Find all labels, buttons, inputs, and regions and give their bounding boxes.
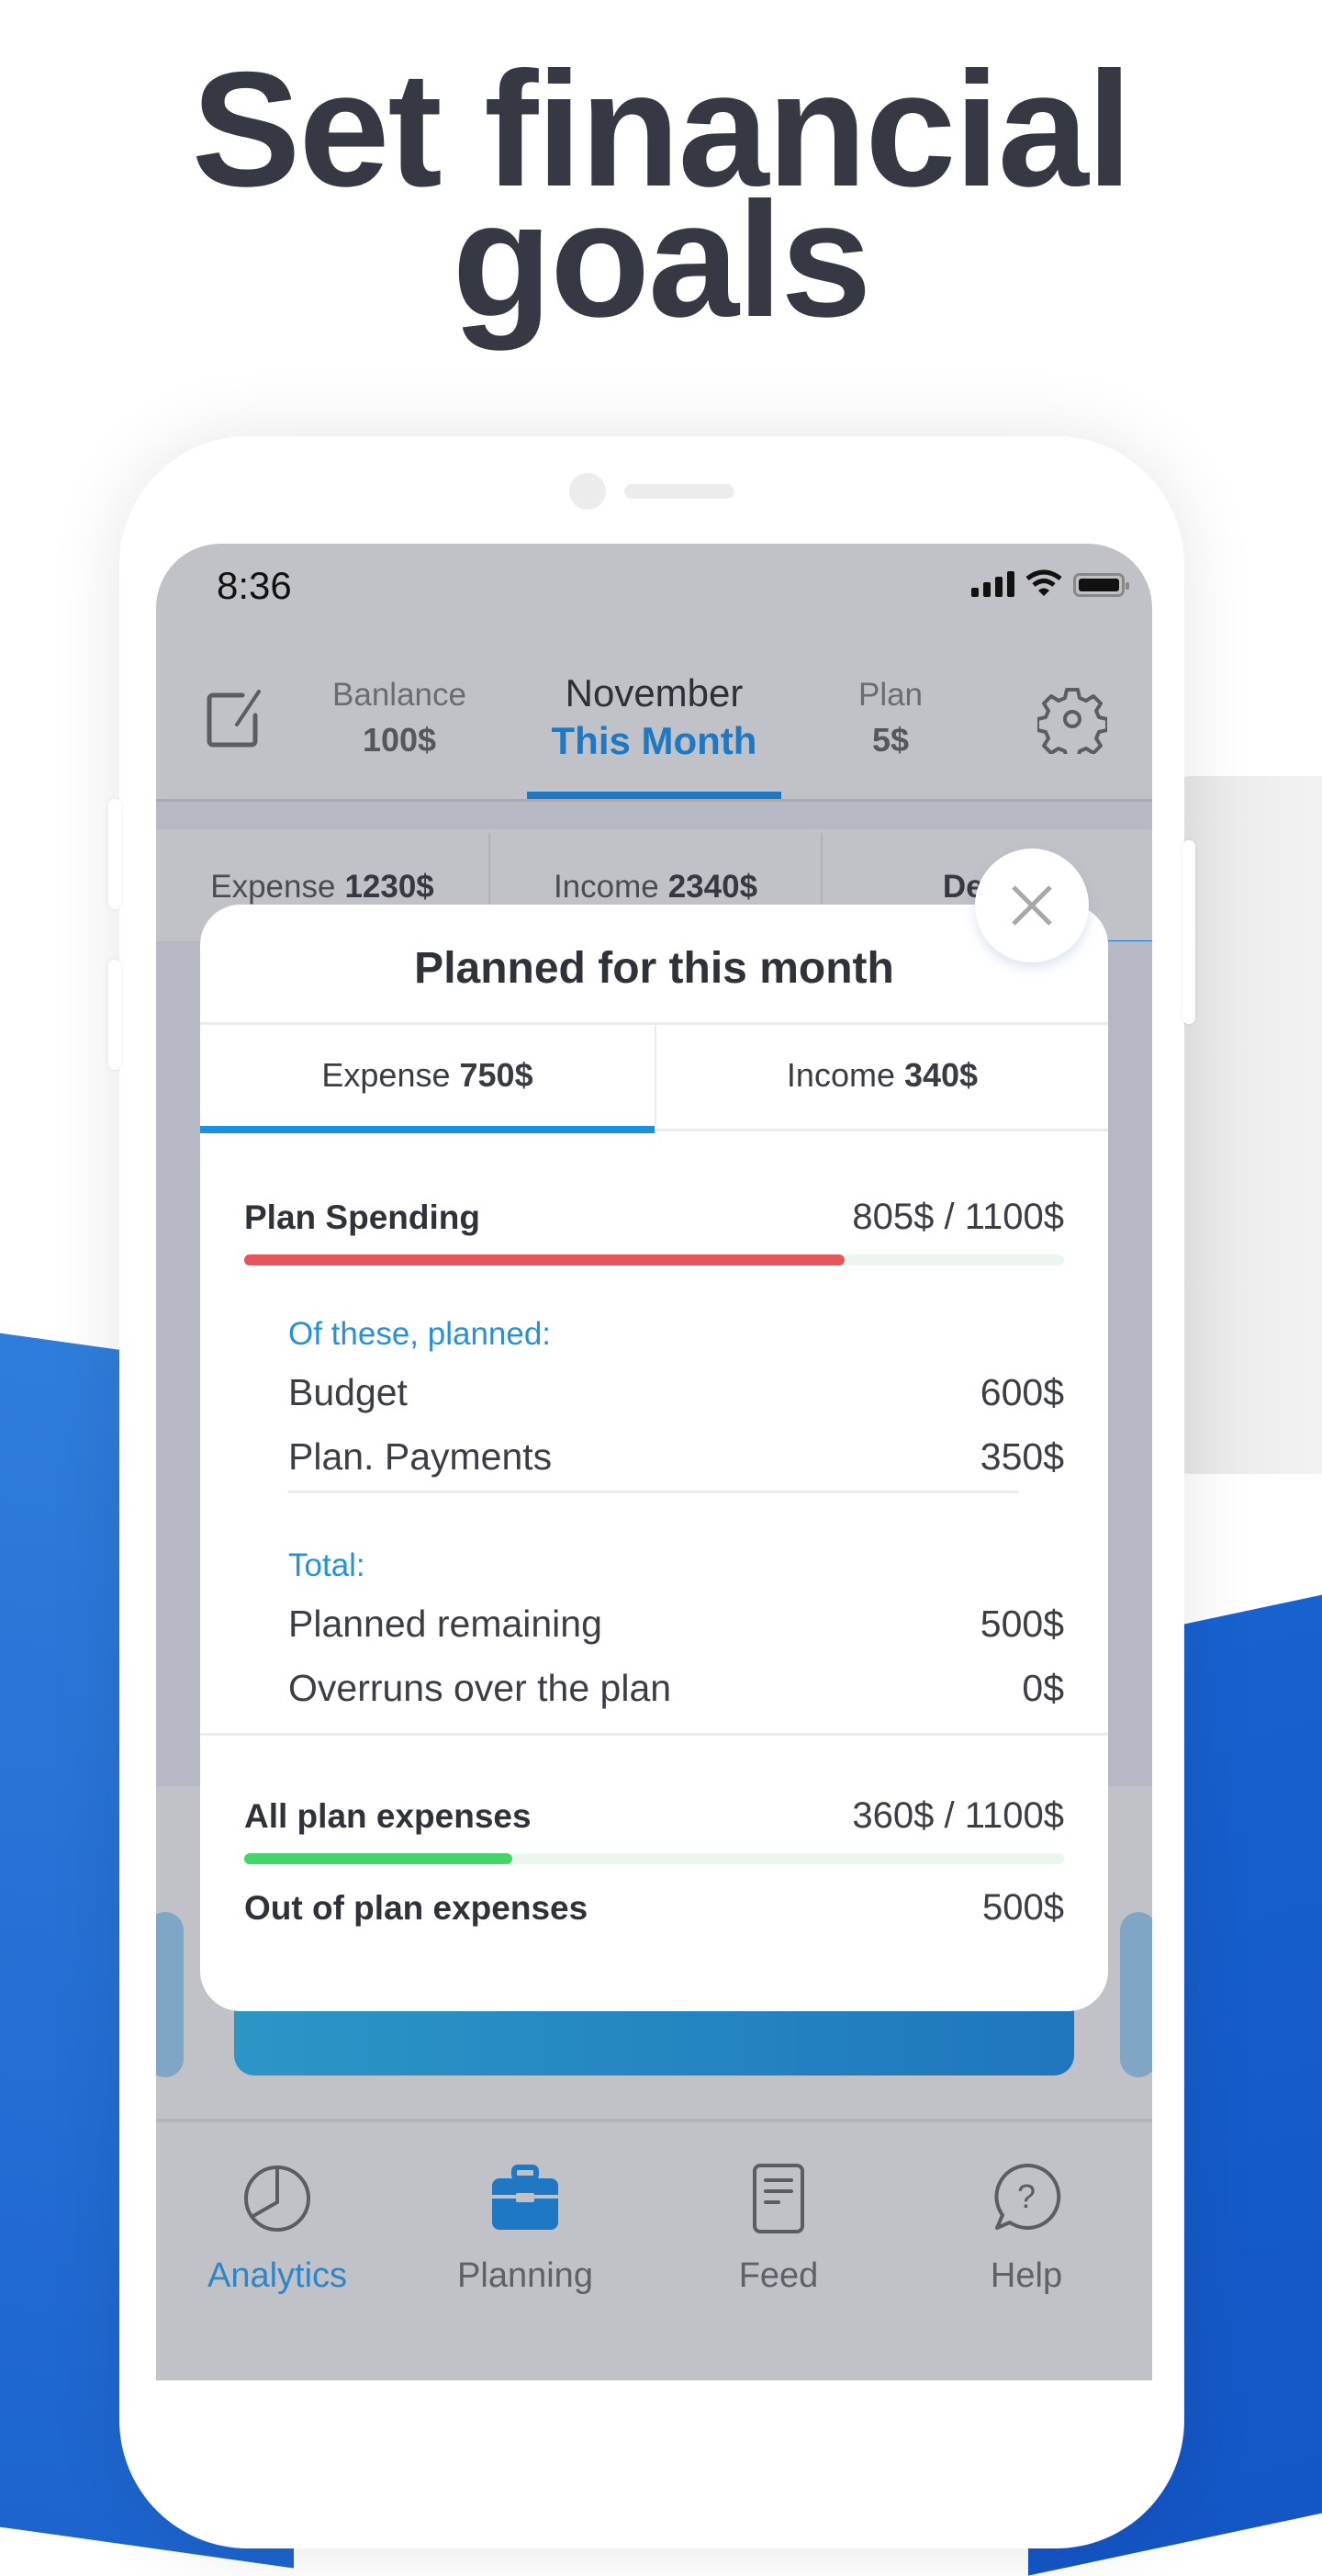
nav-analytics-label: Analytics xyxy=(207,2256,348,2295)
plan-display[interactable]: Plan 5$ xyxy=(817,677,964,759)
all-plan-expenses-progress-fill xyxy=(244,1853,513,1864)
close-button[interactable] xyxy=(975,849,1089,962)
signal-icon xyxy=(971,571,1014,597)
tab-expense-label: Expense xyxy=(210,869,336,905)
planned-item-label: Budget xyxy=(288,1371,408,1413)
headline: Set financial goals xyxy=(0,48,1322,342)
modal-tab-line xyxy=(655,1129,1108,1131)
plan-spending-row: Plan Spending 805$ / 1100$ xyxy=(244,1197,1064,1238)
month-selector[interactable]: November This Month xyxy=(527,671,781,763)
total-item: Planned remaining 500$ xyxy=(288,1603,1064,1646)
out-of-plan-row: Out of plan expenses 500$ xyxy=(244,1887,1064,1929)
planned-item-label: Plan. Payments xyxy=(288,1435,553,1478)
modal-tab-expense[interactable]: Expense 750$ xyxy=(200,1025,655,1126)
all-plan-expenses-progress xyxy=(244,1853,1064,1864)
nav-help-label: Help xyxy=(990,2256,1063,2295)
svg-text:?: ? xyxy=(1017,2177,1036,2215)
tabbar-divider xyxy=(156,2119,1152,2122)
all-plan-expenses-label: All plan expenses xyxy=(244,1797,532,1835)
help-bubble-icon: ? xyxy=(994,2163,1061,2230)
phone-side-button xyxy=(108,960,121,1070)
plan-spending-progress xyxy=(244,1254,1064,1266)
total-item-value: 500$ xyxy=(980,1603,1064,1645)
planned-section-label: Of these, planned: xyxy=(288,1316,552,1352)
tab-income-value: 2340$ xyxy=(667,869,758,905)
nav-feed[interactable]: Feed xyxy=(687,2160,870,2296)
gear-icon[interactable] xyxy=(1037,684,1107,754)
tab-income-label: Income xyxy=(553,869,659,905)
nav-planning[interactable]: Planning xyxy=(433,2160,617,2296)
plan-spending-value: 805$ / 1100$ xyxy=(852,1197,1064,1237)
plan-spending-progress-fill xyxy=(244,1254,845,1266)
status-time: 8:36 xyxy=(217,564,292,607)
status-icons xyxy=(971,569,1129,597)
pie-chart-icon xyxy=(244,2165,310,2232)
modal-divider xyxy=(200,1733,1108,1736)
modal-tab-expense-label: Expense xyxy=(321,1056,451,1094)
nav-planning-label: Planning xyxy=(457,2256,593,2295)
total-item-label: Overruns over the plan xyxy=(288,1667,672,1709)
plan-label: Plan xyxy=(857,677,924,713)
front-camera xyxy=(569,473,606,510)
card-peek-left xyxy=(156,1912,184,2077)
modal-title: Planned for this month xyxy=(414,944,894,993)
total-section-label: Total: xyxy=(288,1547,365,1583)
briefcase-icon xyxy=(492,2165,558,2230)
modal-tab-income-label: Income xyxy=(786,1056,895,1094)
month-label: November xyxy=(565,671,744,714)
total-item: Overruns over the plan 0$ xyxy=(288,1667,1064,1710)
plan-value: 5$ xyxy=(871,721,910,759)
planned-item-value: 350$ xyxy=(980,1435,1064,1478)
out-of-plan-label: Out of plan expenses xyxy=(244,1889,588,1927)
wifi-icon xyxy=(1025,569,1062,596)
out-of-plan-value: 500$ xyxy=(982,1887,1064,1928)
section-divider xyxy=(288,1490,1018,1493)
modal-tab-income-value: 340$ xyxy=(903,1056,979,1094)
tab-expense-value: 1230$ xyxy=(344,869,434,905)
close-icon xyxy=(1012,885,1052,926)
balance-value: 100$ xyxy=(362,721,437,759)
phone-power-button xyxy=(1182,840,1195,1024)
total-item-label: Planned remaining xyxy=(288,1603,602,1645)
month-value: This Month xyxy=(551,719,757,762)
plan-spending-label: Plan Spending xyxy=(244,1198,480,1236)
planned-item-value: 600$ xyxy=(980,1371,1064,1413)
document-icon xyxy=(753,2164,804,2233)
edit-icon[interactable] xyxy=(204,684,270,750)
all-plan-expenses-value: 360$ / 1100$ xyxy=(852,1795,1064,1836)
all-plan-expenses-row: All plan expenses 360$ / 1100$ xyxy=(244,1795,1064,1837)
balance-display[interactable]: Banlance 100$ xyxy=(312,677,487,759)
nav-help[interactable]: ? Help xyxy=(935,2160,1118,2296)
balance-label: Banlance xyxy=(332,677,466,713)
speaker-grille xyxy=(624,484,734,499)
modal-tab-income[interactable]: Income 340$ xyxy=(656,1025,1108,1126)
total-item-value: 0$ xyxy=(1022,1667,1064,1709)
planned-modal: Planned for this month Expense 750$ Incom… xyxy=(200,905,1108,2011)
tabs-background xyxy=(156,802,1152,829)
phone-side-button xyxy=(108,799,121,909)
planned-item: Budget 600$ xyxy=(288,1371,1064,1414)
modal-tab-expense-value: 750$ xyxy=(459,1056,533,1094)
app-header: Banlance 100$ November This Month Plan 5… xyxy=(156,668,1152,799)
planned-item: Plan. Payments 350$ xyxy=(288,1435,1064,1479)
card-peek-right xyxy=(1120,1912,1152,2077)
nav-analytics[interactable]: Analytics xyxy=(185,2160,369,2296)
modal-tab-underline xyxy=(200,1126,655,1133)
nav-feed-label: Feed xyxy=(738,2256,819,2295)
month-underline xyxy=(527,792,781,799)
battery-icon xyxy=(1073,573,1129,597)
